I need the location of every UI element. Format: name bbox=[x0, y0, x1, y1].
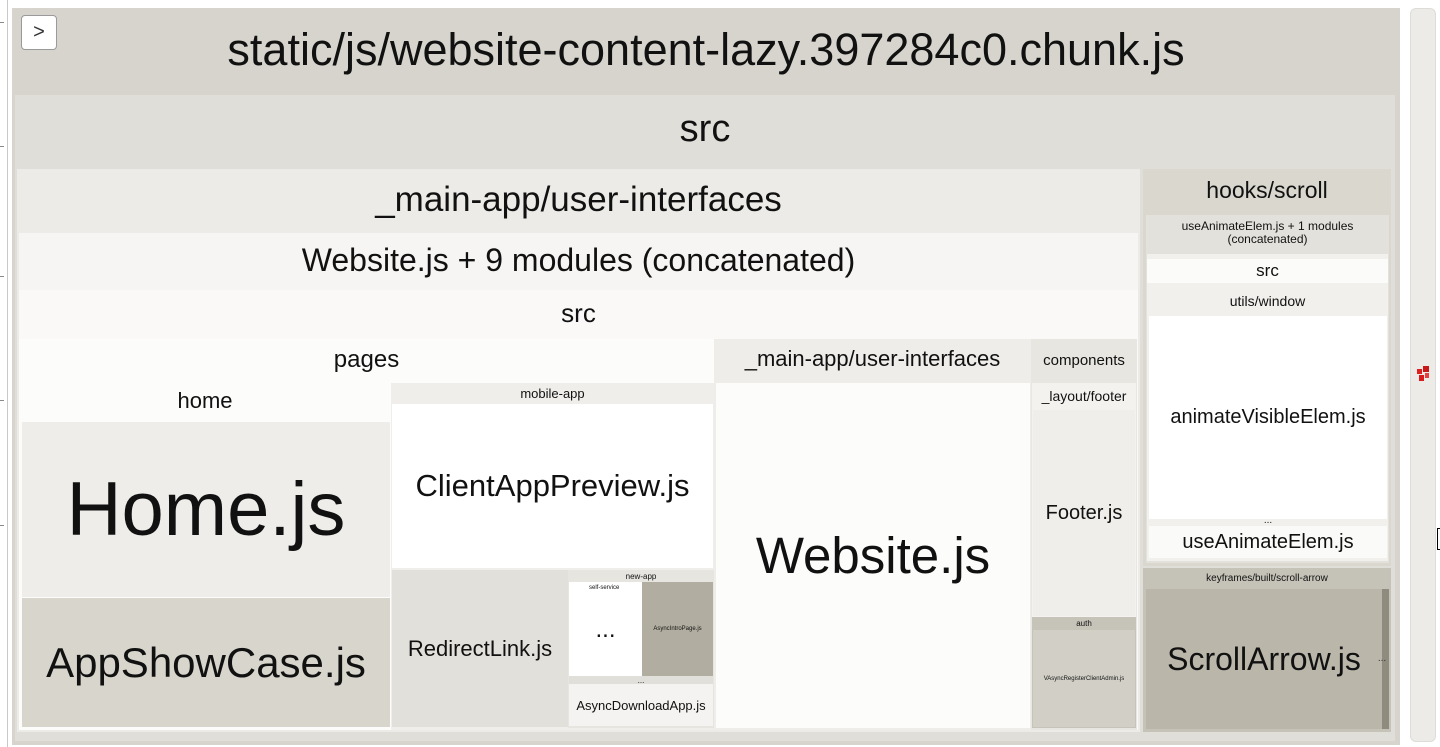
keyframes-label: keyframes/built/scroll-arrow bbox=[1206, 572, 1328, 584]
layout-footer-label: _layout/footer bbox=[1041, 388, 1127, 404]
hooks-src-label: src bbox=[1147, 259, 1388, 283]
inner-src-label: src bbox=[561, 297, 596, 328]
utils-window-label: utils/window bbox=[1229, 293, 1306, 309]
mobile-app-label: mobile-app bbox=[520, 385, 585, 401]
components-label: components bbox=[1043, 351, 1125, 369]
keyframes-ellipsis: ... bbox=[1377, 652, 1387, 664]
hooks-scroll-label: hooks/scroll bbox=[1206, 176, 1328, 203]
src-label: src bbox=[679, 107, 731, 150]
home-label: home bbox=[177, 388, 233, 413]
auth-label: auth bbox=[1076, 619, 1092, 628]
edge-tick bbox=[0, 400, 4, 401]
treemap-async-download-app-js[interactable]: AsyncDownloadApp.js bbox=[569, 684, 713, 726]
website-concat-label: Website.js + 9 modules (concatenated) bbox=[301, 241, 856, 278]
treemap-home-js[interactable]: Home.js bbox=[22, 422, 390, 597]
treemap-animate-visible-elem-js[interactable]: animateVisibleElem.js bbox=[1149, 316, 1387, 519]
new-app-small-ellipsis: ... bbox=[569, 676, 713, 684]
new-app-label: new-app bbox=[625, 571, 657, 581]
chunk-title: static/js/website-content-lazy.397284c0.… bbox=[227, 24, 1185, 75]
pages-label: pages bbox=[333, 346, 400, 373]
self-service-label: self-service bbox=[589, 584, 620, 591]
edge-tick bbox=[0, 276, 4, 277]
treemap-app-showcase-js[interactable]: AppShowCase.js bbox=[22, 598, 390, 727]
treemap-website-js[interactable]: Website.js bbox=[716, 383, 1030, 728]
treemap-async-register-js[interactable]: VAsyncRegisterClientAdmin.js bbox=[1033, 630, 1135, 727]
inner-main-app-label: _main-app/user-interfaces bbox=[744, 346, 1001, 371]
use-animate-concat-label: useAnimateElem.js + 1 modules (concatena… bbox=[1181, 219, 1354, 246]
self-service-ellipsis: ... bbox=[595, 616, 616, 643]
hooks-ellipsis: ... bbox=[1263, 515, 1273, 525]
sidebar-toggle-button[interactable]: > bbox=[21, 15, 57, 50]
main-app-label: _main-app/user-interfaces bbox=[375, 180, 782, 219]
treemap-footer-js[interactable]: Footer.js bbox=[1033, 410, 1135, 616]
treemap-redirect-link-js[interactable]: RedirectLink.js bbox=[392, 570, 568, 727]
treemap-scroll-arrow-js[interactable]: ScrollArrow.js bbox=[1146, 589, 1382, 729]
minimap-marker-icon[interactable] bbox=[1417, 366, 1430, 382]
treemap-use-animate-elem-js[interactable]: useAnimateElem.js bbox=[1149, 526, 1387, 558]
edge-tick bbox=[0, 146, 4, 147]
edge-tick bbox=[0, 22, 4, 23]
window-left-edge bbox=[0, 0, 8, 747]
treemap-async-intro-page-js[interactable]: AsyncIntroPage.js bbox=[642, 582, 713, 676]
chevron-right-icon: > bbox=[33, 21, 45, 43]
treemap-client-app-preview-js[interactable]: ClientAppPreview.js bbox=[392, 404, 713, 568]
edge-tick bbox=[0, 525, 4, 526]
